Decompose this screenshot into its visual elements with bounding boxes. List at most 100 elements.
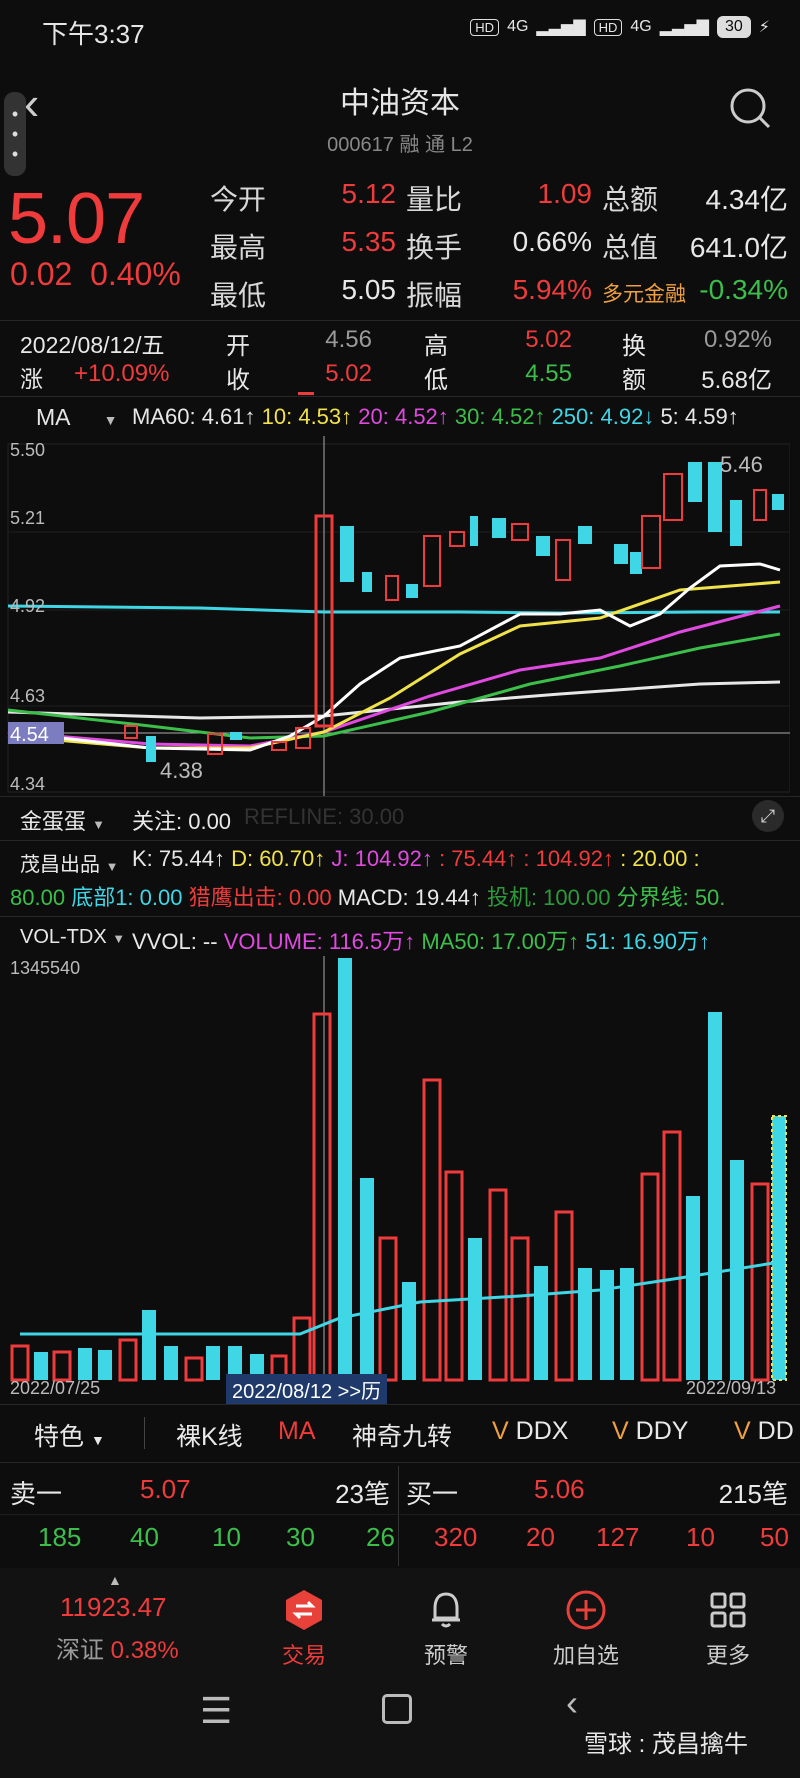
label-jinkai: 今开	[210, 184, 267, 215]
search-icon[interactable]	[728, 86, 772, 130]
volume-x-start: 2022/07/25	[10, 1378, 101, 1398]
buy1-label: 买一	[406, 1479, 459, 1509]
change-value: 0.02	[10, 256, 73, 292]
bell-icon	[432, 1592, 460, 1628]
sell-qty: 40	[130, 1522, 159, 1552]
buy-qty: 20	[526, 1522, 555, 1552]
tab-ddy[interactable]: V DDY	[612, 1417, 688, 1446]
indicator2-line2: 80.00 底部1: 0.00 猎鹰出击: 0.00 MACD: 19.44↑ …	[10, 880, 725, 912]
kdj-d: D: 60.70↑	[231, 846, 326, 871]
ma20-value: 20: 4.52↑	[358, 404, 449, 429]
tab-shenqi[interactable]: 神奇九转	[352, 1417, 452, 1453]
value-zuidi: 5.05	[341, 274, 397, 305]
status-icons: HD 4G ▂▃▅▇ HD 4G ▂▃▅▇ 30 ⚡	[470, 16, 770, 38]
chevron-down-icon: ▼	[92, 817, 106, 832]
ind2-lieying: 猎鹰出击: 0.00	[188, 885, 332, 910]
day-shou-marker	[298, 392, 314, 395]
day-date: 2022/08/12/五	[20, 332, 165, 358]
value-huanshou: 0.66%	[512, 226, 592, 257]
volume-chart[interactable]	[0, 956, 790, 1382]
ind2-v2: : 104.92↑	[523, 846, 614, 871]
ind2-macd: MACD: 19.44↑	[337, 885, 481, 910]
buy-qty: 10	[686, 1522, 715, 1552]
day-di: 4.55	[525, 360, 572, 387]
index-name: 深证	[56, 1637, 104, 1664]
ma-selector-label: MA	[36, 404, 70, 430]
chevron-down-icon: ▼	[90, 1432, 105, 1448]
ma250-value: 250: 4.92↓	[551, 404, 655, 429]
orderbook-divider	[398, 1466, 399, 1566]
volume-selector[interactable]: VOL-TDX ▼	[20, 926, 125, 949]
kline-y6: 4.34	[10, 774, 46, 794]
home-icon[interactable]	[382, 1694, 412, 1724]
sector-change: -0.34%	[699, 274, 788, 305]
ind2-dibu: 底部1: 0.00	[71, 885, 183, 910]
ma-selector[interactable]: MA ▼	[36, 404, 117, 431]
ma60-value: MA60: 4.61↑	[132, 404, 256, 429]
back-nav-icon[interactable]: ‹	[566, 1682, 578, 1724]
watermark: 雪球 : 茂昌擒牛	[584, 1731, 749, 1758]
stock-code: 000617 融 通 L2	[327, 134, 473, 156]
index-value[interactable]: 11923.47	[60, 1592, 167, 1623]
buy-qty: 320	[434, 1522, 478, 1552]
tab-ddx[interactable]: V DDX	[492, 1417, 568, 1446]
label-zhenfu: 振幅	[406, 280, 463, 311]
plus-circle-icon	[566, 1590, 606, 1630]
nav-more[interactable]: 更多	[668, 1588, 788, 1670]
ind2-v4: 80.00	[10, 885, 66, 910]
kline-y2: 5.21	[10, 508, 46, 528]
chevron-down-icon: ▼	[105, 859, 119, 874]
value-zuigao: 5.35	[341, 226, 397, 257]
history-button[interactable]: 2022/08/12 >>历	[226, 1374, 388, 1405]
nav-add-label: 加自选	[552, 1643, 619, 1668]
nav-alert-label: 预警	[423, 1643, 468, 1668]
ma5-value: 5: 4.59↑	[660, 404, 739, 429]
v-icon: V	[734, 1417, 751, 1445]
nav-add-watchlist[interactable]: 加自选	[526, 1588, 646, 1670]
chevron-down-icon: ▼	[103, 412, 118, 428]
day-di-label: 低	[424, 367, 448, 394]
tab-luok[interactable]: 裸K线	[176, 1417, 243, 1453]
tab-divider	[144, 1417, 145, 1449]
day-kai: 4.56	[325, 326, 372, 353]
menu-icon[interactable]: ☰	[200, 1690, 232, 1732]
sector-name[interactable]: 多元金融	[602, 278, 686, 308]
value-zongzhi: 641.0亿	[689, 232, 788, 263]
price-change: 0.02 0.40%	[10, 256, 181, 293]
label-liangbi: 量比	[406, 184, 463, 215]
battery-icon: 30	[716, 16, 751, 38]
label-zongzhi: 总值	[602, 232, 659, 263]
ind2-v3: : 20.00 :	[620, 846, 700, 871]
sell1-price: 5.07	[140, 1474, 191, 1504]
indicator-tab-bar: 特色 ▼ 裸K线 MA 神奇九转 V DDX V DDY V DD	[0, 1405, 800, 1461]
sell-qty: 185	[38, 1522, 82, 1552]
charging-icon: ⚡	[758, 19, 770, 36]
sell-qty: 26	[366, 1522, 395, 1552]
tab-tese[interactable]: 特色 ▼	[34, 1417, 105, 1453]
indicator1-refline: REFLINE: 30.00	[244, 804, 405, 829]
hd-badge: HD	[470, 18, 500, 36]
value-zhenfu: 5.94%	[512, 274, 592, 305]
tab-ddz[interactable]: V DD	[734, 1417, 794, 1446]
day-gao: 5.02	[525, 326, 572, 353]
nav-trade[interactable]: 交易	[244, 1588, 364, 1670]
signal-icon-2: ▂▃▅▇	[659, 19, 709, 36]
kline-chart[interactable]	[0, 436, 790, 796]
caret-up-icon: ▲	[108, 1572, 122, 1588]
day-shou-label: 收	[226, 367, 250, 394]
nav-alert[interactable]: 预警	[386, 1588, 506, 1670]
indicator1-selector[interactable]: 金蛋蛋 ▼	[20, 804, 105, 836]
kline-y1: 5.50	[10, 440, 46, 460]
index-pct: 0.38%	[110, 1637, 179, 1664]
indicator2-selector[interactable]: 茂昌出品 ▼	[20, 848, 118, 877]
tab-ma[interactable]: MA	[278, 1417, 316, 1446]
kline-low-label: 4.38	[160, 758, 203, 783]
index-info[interactable]: 深证 0.38%	[56, 1630, 179, 1665]
indicator1-name: 金蛋蛋	[20, 809, 87, 834]
day-e: 5.68亿	[701, 367, 772, 394]
ma-values: MA60: 4.61↑ 10: 4.53↑ 20: 4.52↑ 30: 4.52…	[132, 404, 739, 430]
tab-ddz-label: DD	[757, 1417, 794, 1445]
label-zuidi: 最低	[210, 280, 267, 311]
kdj-j: J: 104.92↑	[331, 846, 433, 871]
expand-icon[interactable]: ⤢	[752, 800, 784, 832]
